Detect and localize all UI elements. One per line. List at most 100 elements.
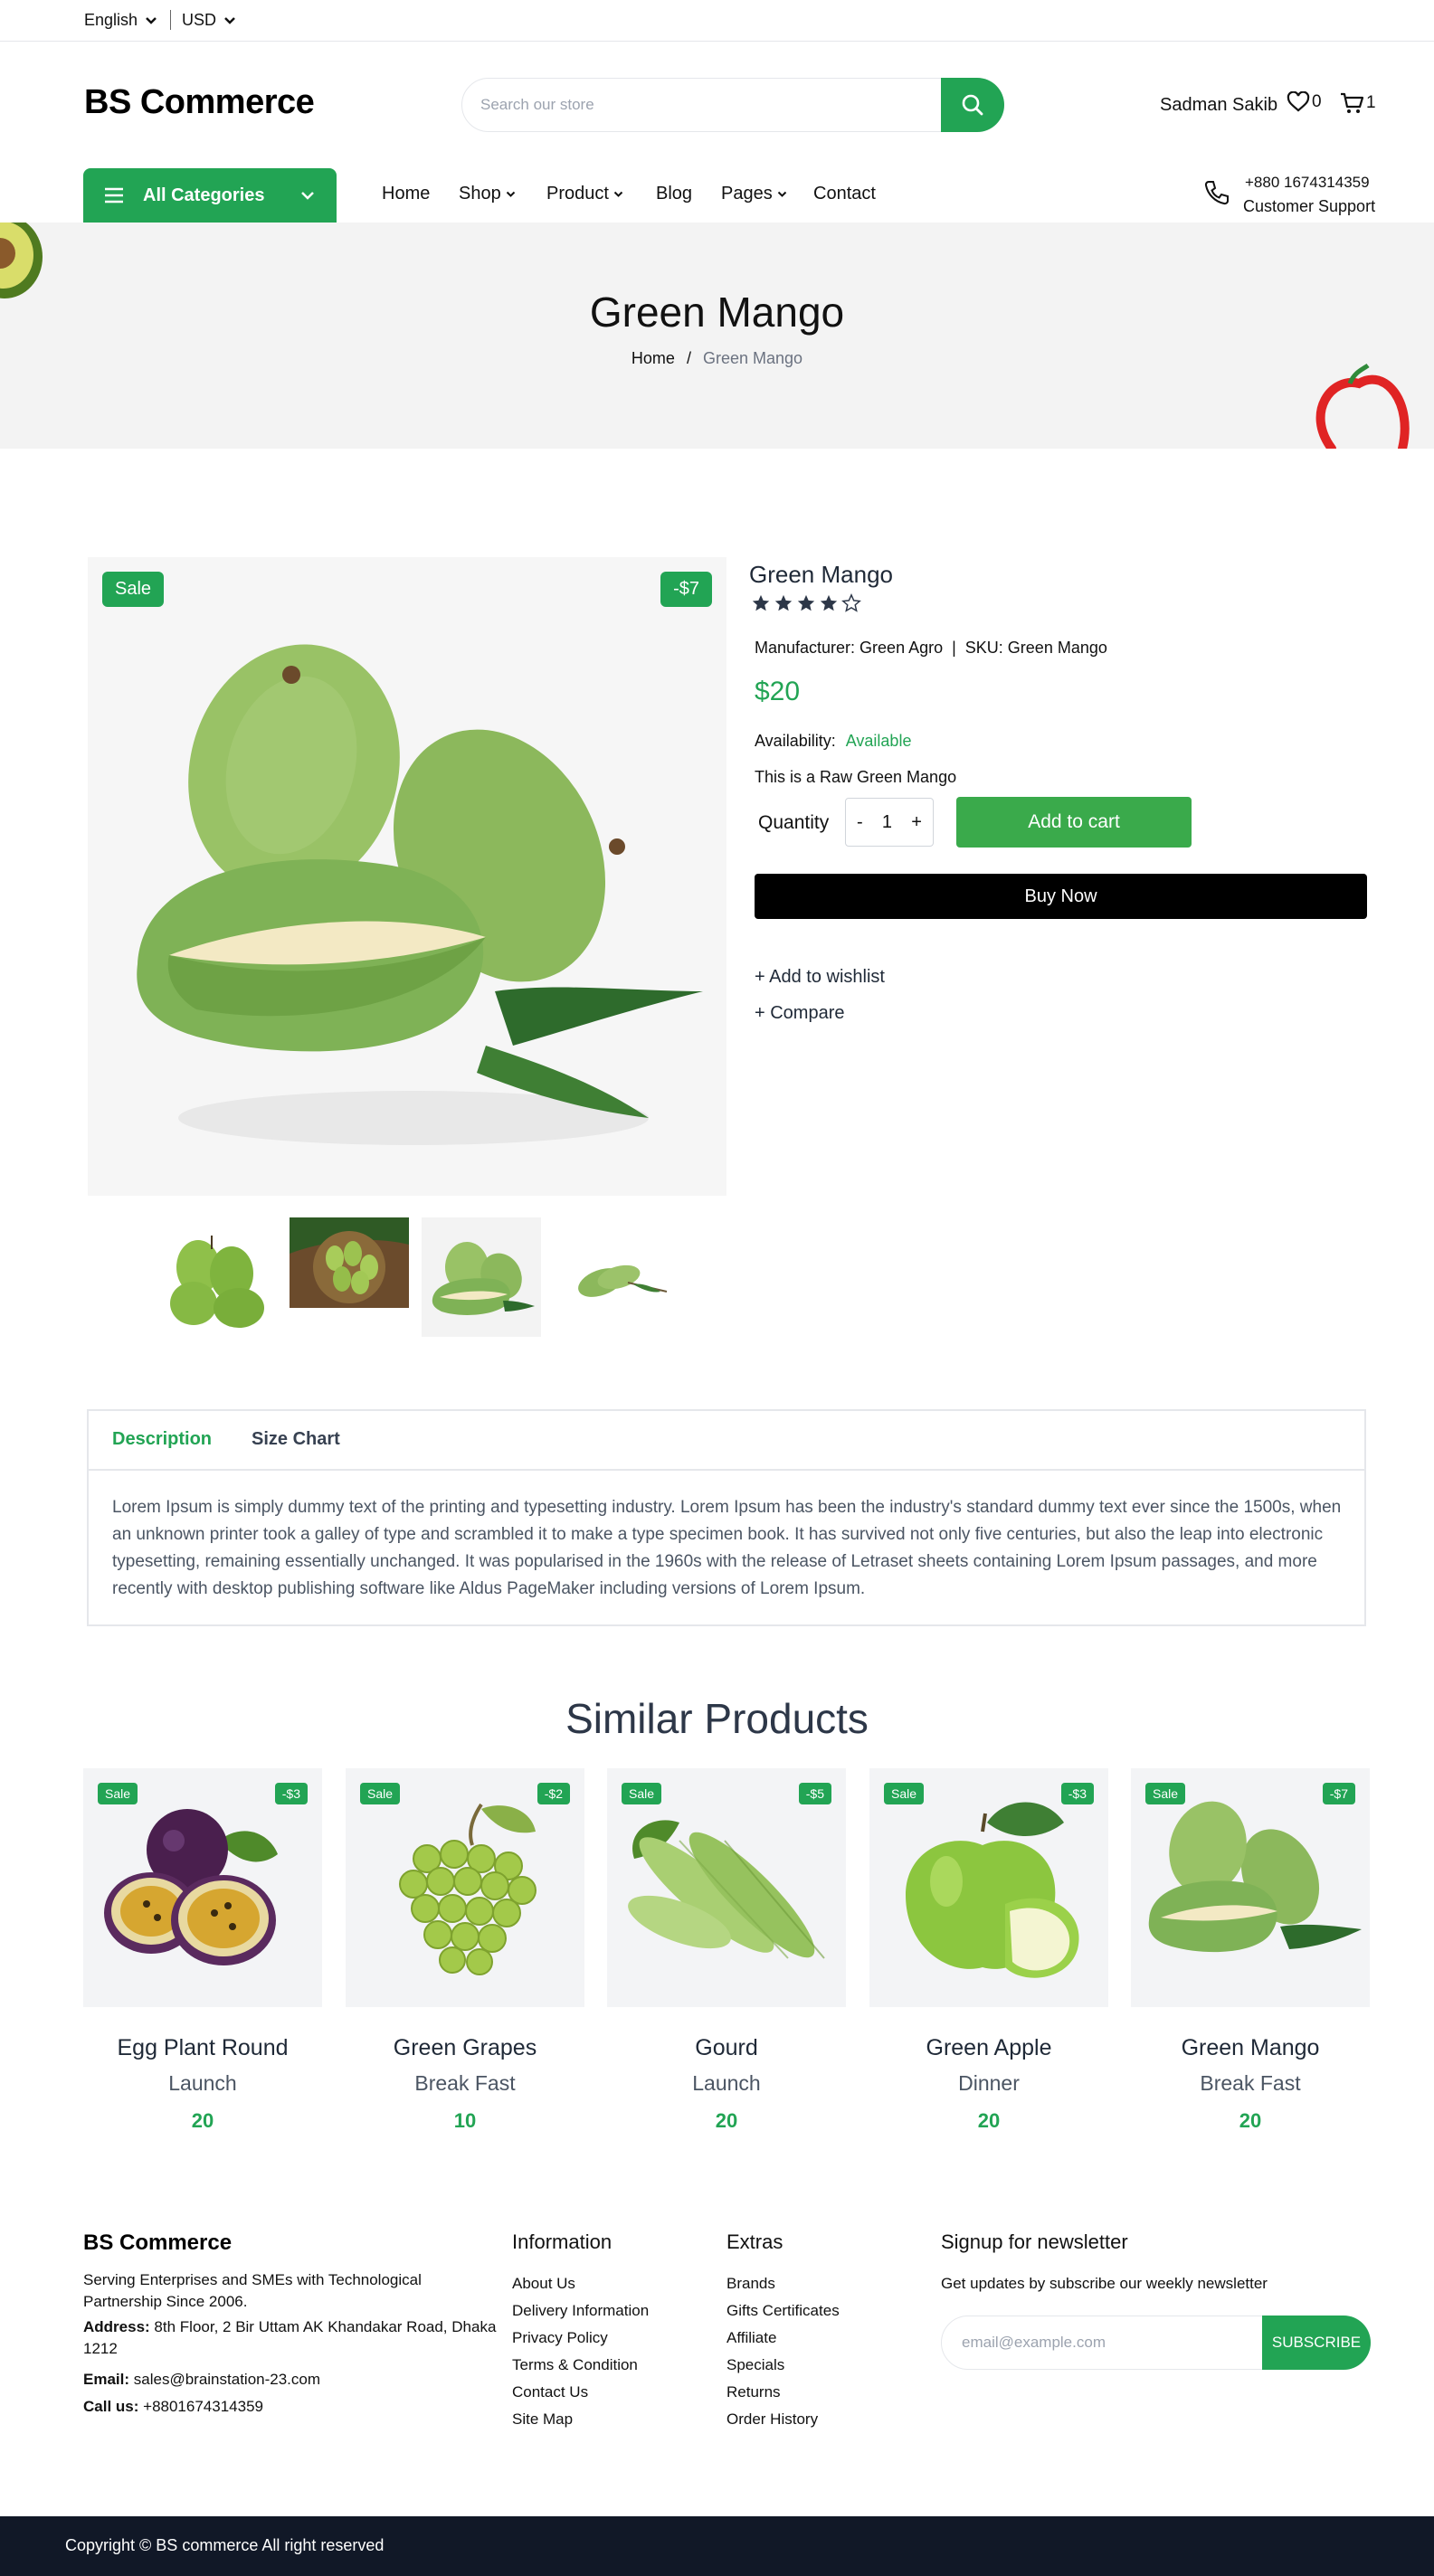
buy-now-button[interactable]: Buy Now <box>755 874 1367 919</box>
add-to-wishlist-link[interactable]: + Add to wishlist <box>755 967 885 988</box>
search-icon <box>962 94 983 116</box>
add-to-cart-button[interactable]: Add to cart <box>956 797 1192 848</box>
product-card-price: 20 <box>715 2109 738 2132</box>
wishlist-button[interactable]: 0 <box>1287 91 1322 113</box>
heart-icon <box>1287 91 1310 112</box>
product-card-category: Launch <box>692 2071 761 2095</box>
nav-contact[interactable]: Contact <box>813 184 876 204</box>
call-label: Call us: <box>83 2398 139 2415</box>
footer-link-contact[interactable]: Contact Us <box>512 2383 588 2401</box>
thumb-mango-pair-image <box>578 1264 668 1297</box>
footer-link-specials[interactable]: Specials <box>726 2356 784 2374</box>
nav-blog[interactable]: Blog <box>656 184 692 204</box>
search-input[interactable] <box>480 79 924 131</box>
search-button[interactable] <box>941 78 1004 132</box>
sale-badge: Sale <box>1145 1783 1186 1804</box>
product-card-image[interactable]: Sale -$7 <box>1131 1768 1370 2007</box>
nav-shop-label: Shop <box>459 184 501 204</box>
breadcrumb-separator: / <box>686 349 691 367</box>
discount-badge: -$7 <box>1322 1783 1355 1804</box>
cart-icon <box>1341 92 1364 113</box>
footer-brand: BS Commerce <box>83 2230 233 2255</box>
breadcrumb: Home / Green Mango <box>0 349 1434 368</box>
product-card-price: 20 <box>1239 2109 1262 2132</box>
product-card-name[interactable]: Green Mango <box>1131 2035 1370 2061</box>
language-select[interactable]: English <box>84 11 157 30</box>
product-card-image[interactable]: Sale -$5 <box>607 1768 846 2007</box>
product-card-name[interactable]: Egg Plant Round <box>83 2035 322 2061</box>
currency-select[interactable]: USD <box>182 11 236 30</box>
compare-link[interactable]: + Compare <box>755 1003 845 1024</box>
product-price: $20 <box>755 677 801 706</box>
email-value[interactable]: sales@brainstation-23.com <box>134 2371 320 2388</box>
call-value[interactable]: +8801674314359 <box>143 2398 263 2415</box>
email-label: Email: <box>83 2371 130 2388</box>
newsletter-title: Signup for newsletter <box>941 2230 1128 2253</box>
product-thumbnail[interactable] <box>157 1217 277 1337</box>
product-thumbnail[interactable] <box>290 1217 409 1308</box>
mango-image <box>137 644 703 1145</box>
star-icon <box>752 594 770 611</box>
product-card-image[interactable]: Sale -$3 <box>869 1768 1108 2007</box>
quantity-increase-button[interactable]: + <box>911 812 922 833</box>
nav-pages[interactable]: Pages <box>721 184 787 204</box>
cart-count: 1 <box>1366 93 1376 112</box>
product-name: Green Mango <box>749 561 893 588</box>
nav-blog-label: Blog <box>656 184 693 204</box>
footer-link-terms[interactable]: Terms & Condition <box>512 2356 638 2374</box>
sale-badge: Sale <box>360 1783 401 1804</box>
star-icon <box>820 594 838 611</box>
breadcrumb-home[interactable]: Home <box>632 349 675 367</box>
all-categories-label: All Categories <box>143 185 265 205</box>
product-card-name[interactable]: Gourd <box>607 2035 846 2061</box>
tab-size-chart[interactable]: Size Chart <box>252 1429 340 1450</box>
product-card-category: Launch <box>168 2071 237 2095</box>
sale-badge: Sale <box>98 1783 138 1804</box>
pepper-decoration <box>1315 363 1410 449</box>
manufacturer-sku: Manufacturer: Green Agro | SKU: Green Ma… <box>755 639 1107 657</box>
quantity-value[interactable]: 1 <box>882 812 892 833</box>
footer-link-about[interactable]: About Us <box>512 2275 575 2293</box>
quantity-decrease-button[interactable]: - <box>857 812 863 833</box>
cart-button[interactable]: 1 <box>1339 91 1376 115</box>
discount-badge: -$3 <box>274 1783 308 1804</box>
footer-link-brands[interactable]: Brands <box>726 2275 775 2293</box>
search-bar <box>461 78 1004 132</box>
user-account-link[interactable]: Sadman Sakib <box>1160 95 1277 116</box>
footer-link-delivery[interactable]: Delivery Information <box>512 2302 649 2320</box>
product-main-image[interactable]: Sale -$7 <box>88 557 726 1196</box>
product-card-name[interactable]: Green Apple <box>869 2035 1108 2061</box>
product-thumbnail[interactable] <box>422 1217 541 1337</box>
thumb-mango-bowl-image <box>290 1217 409 1308</box>
top-bar: English USD <box>0 0 1434 42</box>
product-card-image[interactable]: Sale -$3 <box>83 1768 322 2007</box>
footer-link-order-history[interactable]: Order History <box>726 2410 818 2429</box>
product-card-name[interactable]: Green Grapes <box>346 2035 584 2061</box>
newsletter-form: SUBSCRIBE <box>941 2316 1371 2370</box>
newsletter-email-input[interactable] <box>962 2316 1260 2369</box>
footer-link-returns[interactable]: Returns <box>726 2383 781 2401</box>
product-thumbnail[interactable] <box>554 1217 673 1337</box>
chevron-down-icon <box>506 191 515 197</box>
divider <box>170 10 171 30</box>
nav-product[interactable]: Product <box>546 184 623 204</box>
footer-link-privacy[interactable]: Privacy Policy <box>512 2329 608 2347</box>
nav-shop[interactable]: Shop <box>459 184 516 204</box>
tab-description[interactable]: Description <box>112 1429 212 1450</box>
nav-home[interactable]: Home <box>382 184 430 204</box>
product-tabs: Description Size Chart Lorem Ipsum is si… <box>87 1409 1366 1626</box>
footer-link-sitemap[interactable]: Site Map <box>512 2410 573 2429</box>
subscribe-button[interactable]: SUBSCRIBE <box>1262 2316 1371 2370</box>
chevron-down-icon <box>301 192 314 200</box>
nav-contact-label: Contact <box>813 184 876 204</box>
nav-home-label: Home <box>382 184 431 204</box>
quantity-label: Quantity <box>758 812 830 833</box>
product-card-category: Break Fast <box>1200 2071 1301 2095</box>
brand-logo[interactable]: BS Commerce <box>84 83 315 122</box>
footer-link-gift-certificates[interactable]: Gifts Certificates <box>726 2302 840 2320</box>
footer-link-affiliate[interactable]: Affiliate <box>726 2329 776 2347</box>
phone-icon <box>1204 181 1229 205</box>
sale-badge: Sale <box>622 1783 662 1804</box>
product-card-image[interactable]: Sale -$2 <box>346 1768 584 2007</box>
all-categories-button[interactable]: All Categories <box>83 168 337 223</box>
